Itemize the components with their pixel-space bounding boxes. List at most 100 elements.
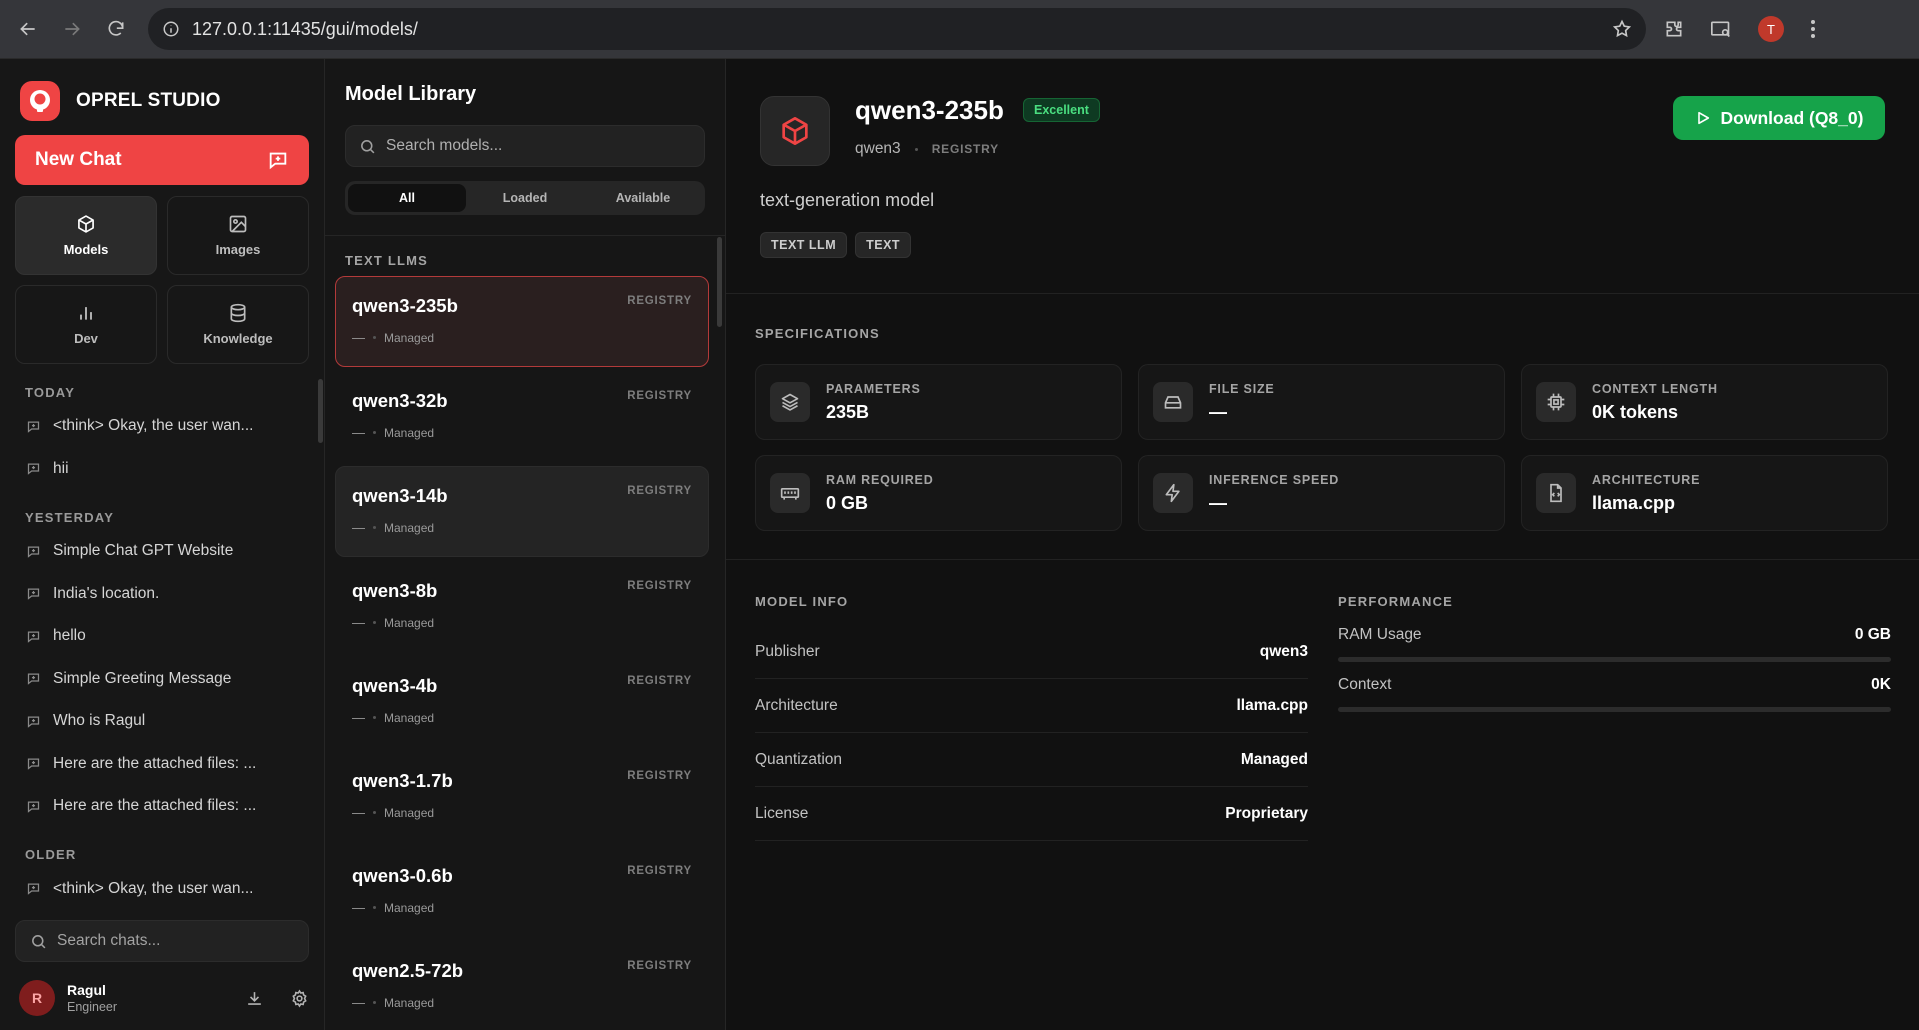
model-source: REGISTRY: [627, 295, 692, 307]
chat-history-item[interactable]: <think> Okay, the user wan...: [0, 868, 318, 900]
bar-chart-icon: [76, 303, 96, 323]
model-size: —: [352, 995, 365, 1010]
model-size: —: [352, 425, 365, 440]
brand-logo-icon: [20, 81, 60, 121]
perf-key: Context: [1338, 676, 1392, 693]
chat-title: Simple Chat GPT Website: [53, 542, 234, 560]
model-card[interactable]: qwen2.5-72b REGISTRY — Managed: [335, 941, 709, 1030]
user-profile[interactable]: R Ragul Engineer: [19, 978, 309, 1018]
model-source: REGISTRY: [627, 960, 692, 972]
chat-bubble-icon: [26, 544, 41, 559]
chat-section-label: TODAY: [25, 384, 76, 400]
spec-card: FILE SIZE —: [1138, 364, 1505, 440]
spec-card: INFERENCE SPEED —: [1138, 455, 1505, 531]
nav-tile-models[interactable]: Models: [15, 196, 157, 275]
chat-history-item[interactable]: Simple Chat GPT Website: [0, 530, 318, 573]
model-card[interactable]: qwen3-32b REGISTRY — Managed: [335, 371, 709, 462]
new-chat-button[interactable]: New Chat: [15, 135, 309, 185]
model-quant: Managed: [384, 995, 435, 1010]
bookmark-star-icon[interactable]: [1612, 19, 1632, 39]
reload-icon[interactable]: [98, 11, 134, 47]
address-bar[interactable]: 127.0.0.1:11435/gui/models/: [148, 8, 1646, 50]
browser-menu-icon[interactable]: [1810, 19, 1816, 39]
search-chats-box[interactable]: [15, 920, 309, 962]
url-text[interactable]: 127.0.0.1:11435/gui/models/: [192, 19, 418, 40]
nav-tile-label: Models: [63, 242, 109, 257]
model-search-input[interactable]: [386, 137, 686, 155]
brand[interactable]: OPREL STUDIO: [20, 81, 221, 121]
model-card[interactable]: qwen3-4b REGISTRY — Managed: [335, 656, 709, 747]
model-quant: Managed: [384, 330, 435, 345]
chat-history-item[interactable]: hii: [0, 448, 318, 491]
perf-row: RAM Usage 0 GB: [1338, 626, 1891, 676]
download-icon[interactable]: [245, 989, 264, 1008]
tab-all[interactable]: All: [348, 184, 466, 212]
model-size: —: [352, 710, 365, 725]
forward-icon[interactable]: [54, 11, 90, 47]
chat-history-item[interactable]: <think> Okay, the user wan...: [0, 405, 318, 448]
nav-tile-images[interactable]: Images: [167, 196, 309, 275]
spec-key: INFERENCE SPEED: [1209, 472, 1340, 487]
chat-title: India's location.: [53, 584, 160, 602]
nav-tile-knowledge[interactable]: Knowledge: [167, 285, 309, 364]
chat-bubble-icon: [26, 586, 41, 601]
search-chats-input[interactable]: [57, 932, 287, 950]
model-description: text-generation model: [760, 190, 935, 210]
site-info-icon[interactable]: [162, 20, 180, 38]
model-quant: Managed: [384, 710, 435, 725]
model-publisher: qwen3: [855, 140, 901, 157]
separator-dot: [373, 431, 376, 434]
model-list-scrollbar[interactable]: [717, 237, 722, 327]
hard-drive-icon: [1153, 382, 1193, 422]
model-name: qwen3-235b: [352, 295, 458, 316]
model-list: qwen3-235b REGISTRY — Managed qwen3-32b REGIS…: [335, 276, 715, 1030]
model-card[interactable]: qwen3-235b REGISTRY — Managed: [335, 276, 709, 367]
model-card[interactable]: qwen3-0.6b REGISTRY — Managed: [335, 846, 709, 937]
model-card[interactable]: qwen3-14b REGISTRY — Managed: [335, 466, 709, 557]
lightning-icon: [1153, 473, 1193, 513]
sidebar-scrollbar[interactable]: [318, 379, 323, 443]
browser-profile-avatar[interactable]: T: [1758, 16, 1784, 42]
model-meta: — Managed: [352, 805, 434, 820]
image-icon: [228, 214, 248, 234]
model-card[interactable]: qwen3-1.7b REGISTRY — Managed: [335, 751, 709, 842]
chat-history-item[interactable]: India's location.: [0, 573, 318, 616]
memory-icon: [770, 473, 810, 513]
chat-history-item[interactable]: Who is Ragul: [0, 700, 318, 743]
progress-bar: [1338, 657, 1891, 662]
spec-card: PARAMETERS 235B: [755, 364, 1122, 440]
model-tag: TEXT: [855, 232, 912, 258]
perf-row: Context 0K: [1338, 676, 1891, 726]
back-icon[interactable]: [10, 11, 46, 47]
chat-history-item[interactable]: Simple Greeting Message: [0, 658, 318, 701]
model-meta: — Managed: [352, 710, 434, 725]
spec-value: —: [1209, 401, 1227, 422]
chat-history-item[interactable]: Here are the attached files: ...: [0, 743, 318, 786]
chat-bubble-icon: [26, 881, 41, 896]
download-model-button[interactable]: Download (Q8_0): [1673, 96, 1885, 140]
chat-history-item[interactable]: Here are the attached files: ...: [0, 785, 318, 828]
chat-history-item[interactable]: hello: [0, 615, 318, 658]
model-meta: — Managed: [352, 425, 434, 440]
spec-key: RAM REQUIRED: [826, 472, 934, 487]
extensions-icon[interactable]: [1664, 19, 1684, 39]
divider: [726, 559, 1919, 560]
tab-available[interactable]: Available: [584, 184, 702, 212]
cast-search-icon[interactable]: [1710, 19, 1732, 39]
new-chat-icon: [267, 149, 289, 171]
model-card[interactable]: qwen3-8b REGISTRY — Managed: [335, 561, 709, 652]
info-row: Publisher qwen3: [755, 625, 1308, 679]
tab-loaded[interactable]: Loaded: [466, 184, 584, 212]
chat-title: Here are the attached files: ...: [53, 754, 257, 772]
progress-bar: [1338, 707, 1891, 712]
gear-icon[interactable]: [290, 988, 309, 1008]
perf-value: 0K: [1871, 676, 1891, 693]
chat-title: hii: [53, 459, 69, 477]
chat-bubble-icon: [26, 799, 41, 814]
nav-tile-dev[interactable]: Dev: [15, 285, 157, 364]
model-quant: Managed: [384, 615, 435, 630]
model-quant: Managed: [384, 425, 435, 440]
model-search-box[interactable]: [345, 125, 705, 167]
